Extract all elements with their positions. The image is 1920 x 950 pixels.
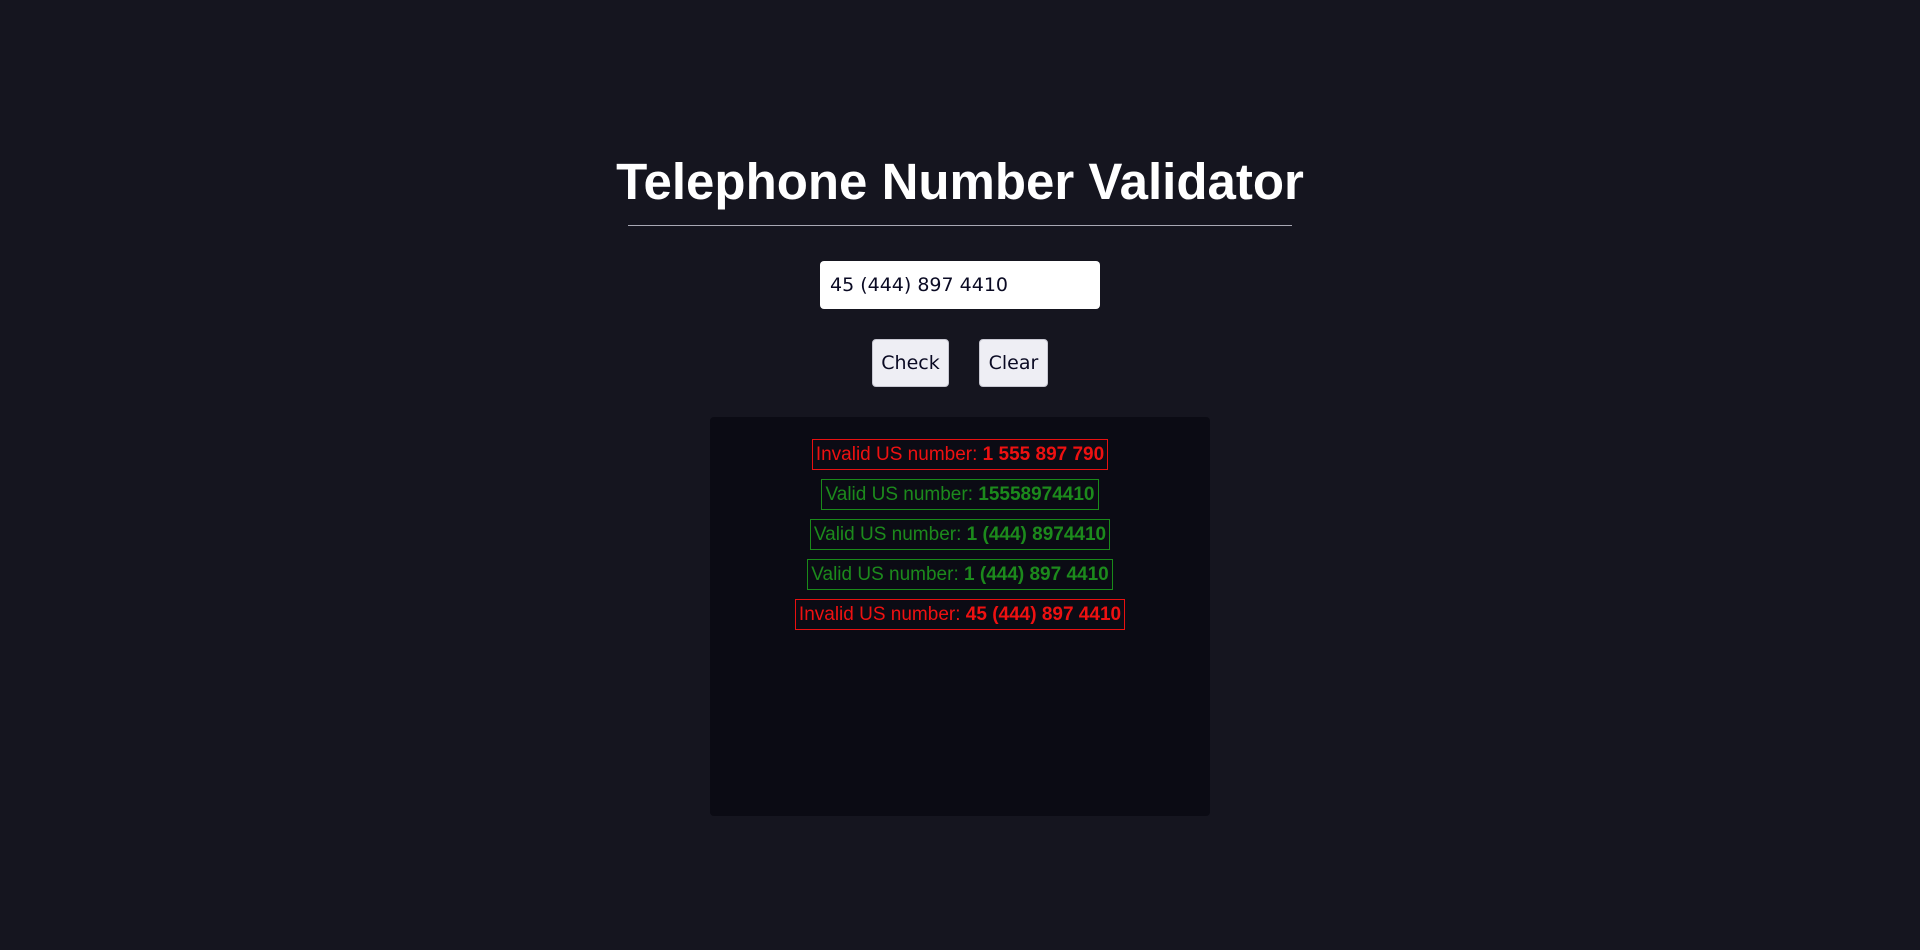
results-panel: Invalid US number: 1 555 897 790 Valid U… [710, 417, 1210, 816]
page-title: Telephone Number Validator [616, 153, 1304, 210]
result-label: Valid US number: [811, 564, 965, 585]
page: Telephone Number Validator Check Clear I… [0, 0, 1920, 950]
result-number: 45 (444) 897 4410 [965, 604, 1122, 625]
clear-button[interactable]: Clear [979, 339, 1048, 387]
result-item: Valid US number: 1 (444) 897 4410 [807, 559, 1113, 590]
phone-number-input[interactable] [820, 261, 1100, 309]
result-number: 1 555 897 790 [982, 444, 1105, 465]
result-label: Invalid US number: [798, 604, 966, 625]
result-item: Valid US number: 1 (444) 8974410 [809, 519, 1111, 550]
title-divider [628, 225, 1292, 226]
result-item: Valid US number: 15558974410 [821, 479, 1099, 510]
result-label: Valid US number: [825, 484, 979, 505]
check-button[interactable]: Check [872, 339, 949, 387]
result-label: Valid US number: [813, 524, 967, 545]
result-number: 15558974410 [978, 484, 1095, 505]
result-number: 1 (444) 897 4410 [964, 564, 1109, 585]
result-item: Invalid US number: 45 (444) 897 4410 [794, 599, 1126, 630]
result-label: Invalid US number: [815, 444, 983, 465]
result-item: Invalid US number: 1 555 897 790 [811, 439, 1109, 470]
result-number: 1 (444) 8974410 [966, 524, 1107, 545]
